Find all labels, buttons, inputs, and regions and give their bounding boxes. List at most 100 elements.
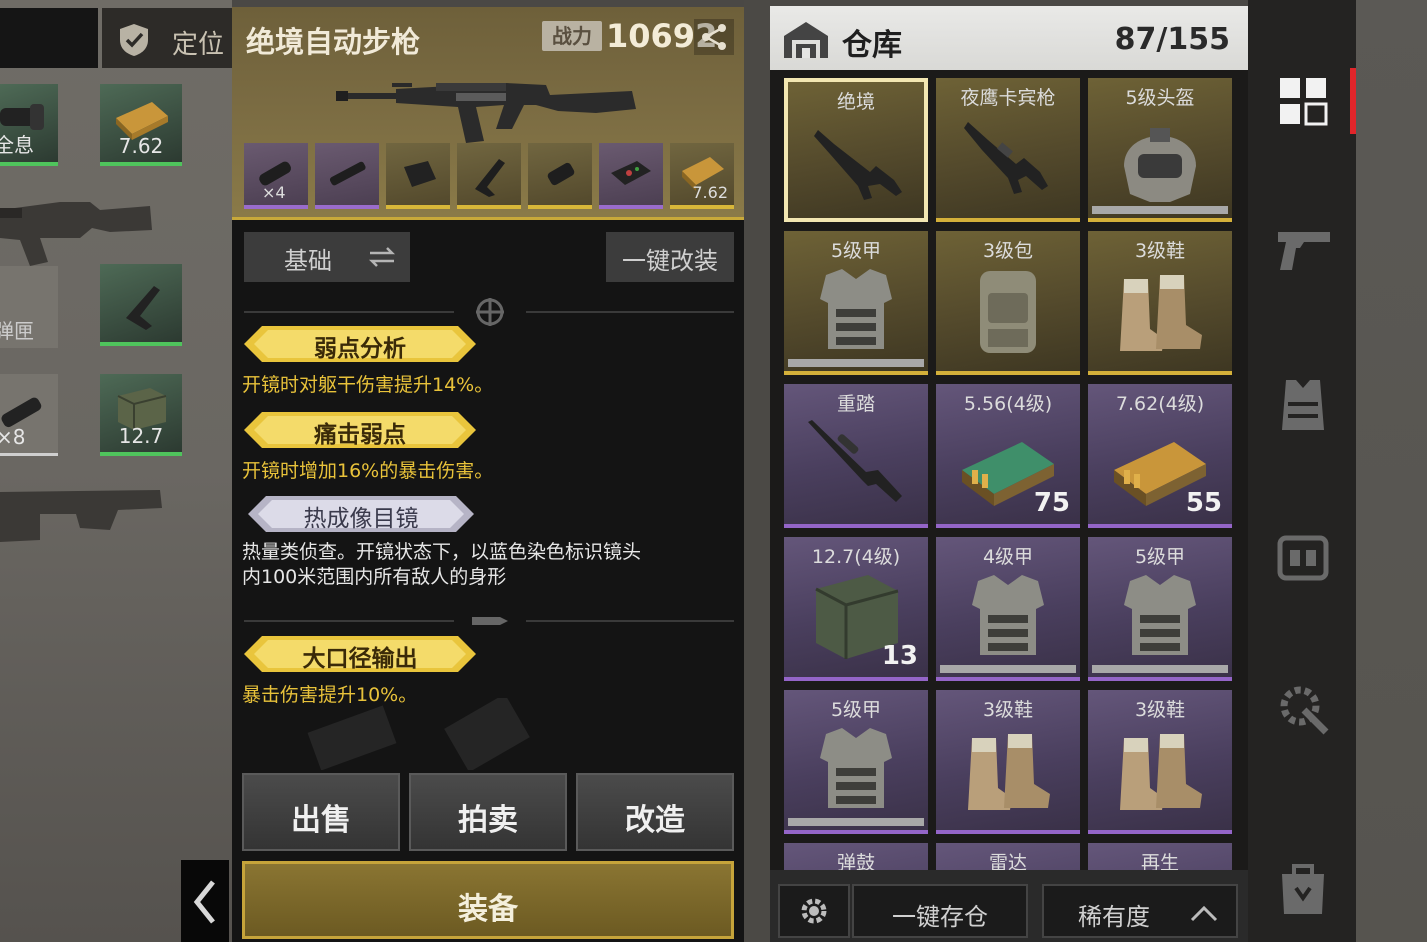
warehouse-item-name: 12.7(4级) [811,546,901,568]
warehouse-item[interactable]: 7.62(4级) 55 [1088,384,1232,528]
carbine-icon [964,122,1048,194]
section-divider [244,311,454,313]
store-all-label: 一键存仓 [892,903,988,931]
sort-label: 稀有度 [1078,903,1150,931]
warehouse-item[interactable]: 3级鞋 [1088,231,1232,375]
settings-button[interactable] [778,884,850,938]
warehouse-footer: 一键存仓 稀有度 [770,870,1248,942]
background-parts-art [307,698,530,770]
store-all-button[interactable]: 一键存仓 [852,884,1028,938]
vest-icon[interactable] [1274,376,1332,434]
equip-label: 装备 [458,892,518,927]
loadout-weapon-silhouette[interactable] [0,180,160,270]
trait-description: 热量类侦查。开镜状态下，以蓝色染色标识镜头 内100米范围内所有敌人的身形 [242,540,641,590]
location-bar: 定位 [0,8,232,68]
warehouse-item[interactable]: 5级甲 [784,231,928,375]
warehouse-item[interactable]: 5级甲 [1088,537,1232,681]
magazine-icon [404,161,436,187]
warehouse-item[interactable]: 3级包 [936,231,1080,375]
left-slot-ammo-crate[interactable]: 12.7 [100,374,182,456]
warehouse-item[interactable]: 夜鹰卡宾枪 [936,78,1080,222]
sell-button[interactable]: 出售 [242,773,400,851]
attachment-slot-ammo[interactable]: 7.62 [670,143,734,209]
left-slot-label: 7.62 [118,134,164,158]
trait-badge: 大口径输出 [244,636,476,672]
sell-label: 出售 [291,803,351,838]
warehouse-item-quantity: 13 [881,641,918,671]
attachment-row: ×4 7.62 [244,143,736,209]
left-slot-scope-8x[interactable]: ×8 [0,374,58,456]
left-slot-scope[interactable]: 全息 [0,84,58,166]
grip-icon [547,162,575,186]
weapon-name: 绝境自动步枪 [246,25,421,59]
left-topbar-dark [0,8,98,68]
loadout-launcher-silhouette[interactable] [0,480,170,550]
backpack-icon [980,271,1036,353]
warehouse-item-name: 3级包 [982,240,1034,262]
warehouse-item[interactable]: 绝境 [784,78,928,222]
warehouse-item-name: 3级鞋 [1134,699,1186,721]
section-divider [526,311,734,313]
armor-icon [820,728,892,808]
warehouse-item[interactable]: 重踏 [784,384,928,528]
durability-bar [788,359,924,367]
warehouse-item-quantity: 75 [1033,488,1070,518]
sort-rarity-dropdown[interactable]: 稀有度 [1042,884,1238,938]
pistol-icon[interactable] [1274,222,1332,280]
modify-button[interactable]: 改造 [576,773,734,851]
trait-name: 大口径输出 [302,646,418,672]
warehouse-item[interactable]: 3级鞋 [1088,690,1232,834]
warehouse-item[interactable]: 4级甲 [936,537,1080,681]
trait-badge: 热成像目镜 [248,496,474,532]
back-button[interactable] [181,860,229,942]
trait-badge: 弱点分析 [244,326,476,362]
stock-icon [475,159,505,197]
shield-icon [120,24,148,56]
attachment-slot-scope[interactable]: ×4 [244,143,308,209]
armor-icon [972,575,1044,655]
basic-tab-label: 基础 [284,247,332,275]
warehouse-item[interactable]: 弹鼓 [784,843,928,870]
warehouse-item[interactable]: 12.7(4级) 13 [784,537,928,681]
left-slot-ammo[interactable]: 7.62 [100,84,182,166]
auction-button[interactable]: 拍卖 [409,773,567,851]
modify-label: 改造 [625,803,685,838]
shop-bag-icon[interactable] [1274,858,1332,916]
warehouse-item[interactable]: 再生 [1088,843,1232,870]
left-slot-label: 12.7 [118,424,164,448]
warehouse-item-name: 5.56(4级) [963,393,1053,415]
trait-description-line: 内100米范围内所有敌人的身形 [242,566,507,588]
grid-icon[interactable] [1274,72,1332,130]
warehouse-item-name: 5级甲 [830,699,882,721]
equip-button[interactable]: 装备 [242,861,734,939]
trait-name: 痛击弱点 [314,422,406,448]
attachment-slot-thermal[interactable] [599,143,663,209]
backpack-icon[interactable] [1274,528,1332,586]
warehouse-gutter [744,0,770,942]
warehouse-item[interactable]: 雷达 [936,843,1080,870]
warehouse-item[interactable]: 5级甲 [784,690,928,834]
crosshair-icon [476,298,504,326]
attachment-slot-stock[interactable] [457,143,521,209]
attachment-slot-grip[interactable] [528,143,592,209]
warehouse-item[interactable]: 5级头盔 [1088,78,1232,222]
wrench-gear-icon[interactable] [1274,680,1332,738]
warehouse-item[interactable]: 5.56(4级) 75 [936,384,1080,528]
weapon-detail-header: 绝境自动步枪 战力 10692 ×4 7.62 [232,7,744,220]
weapon-detail-body: 基础 一键改装 弱点分析 开镜时对躯干伤害提升14%。 痛击弱点 开镜时增加16… [232,220,744,942]
chevron-left-icon [193,880,215,924]
share-icon[interactable] [694,19,734,55]
warehouse-item-name: 重踏 [836,393,875,415]
muzzle-icon [329,161,366,186]
durability-bar [788,818,924,826]
attachment-slot-magazine[interactable] [386,143,450,209]
basic-tab-toggle[interactable]: 基础 [244,232,410,282]
warehouse-item[interactable]: 3级鞋 [936,690,1080,834]
left-slot-magazine[interactable]: 弹匣 [0,266,58,348]
left-slot-stock[interactable] [100,264,182,346]
attachment-slot-muzzle[interactable] [315,143,379,209]
armor-icon [820,269,892,349]
quick-mod-button[interactable]: 一键改装 [606,232,734,282]
boots-icon [1120,275,1202,351]
section-divider [244,620,454,622]
